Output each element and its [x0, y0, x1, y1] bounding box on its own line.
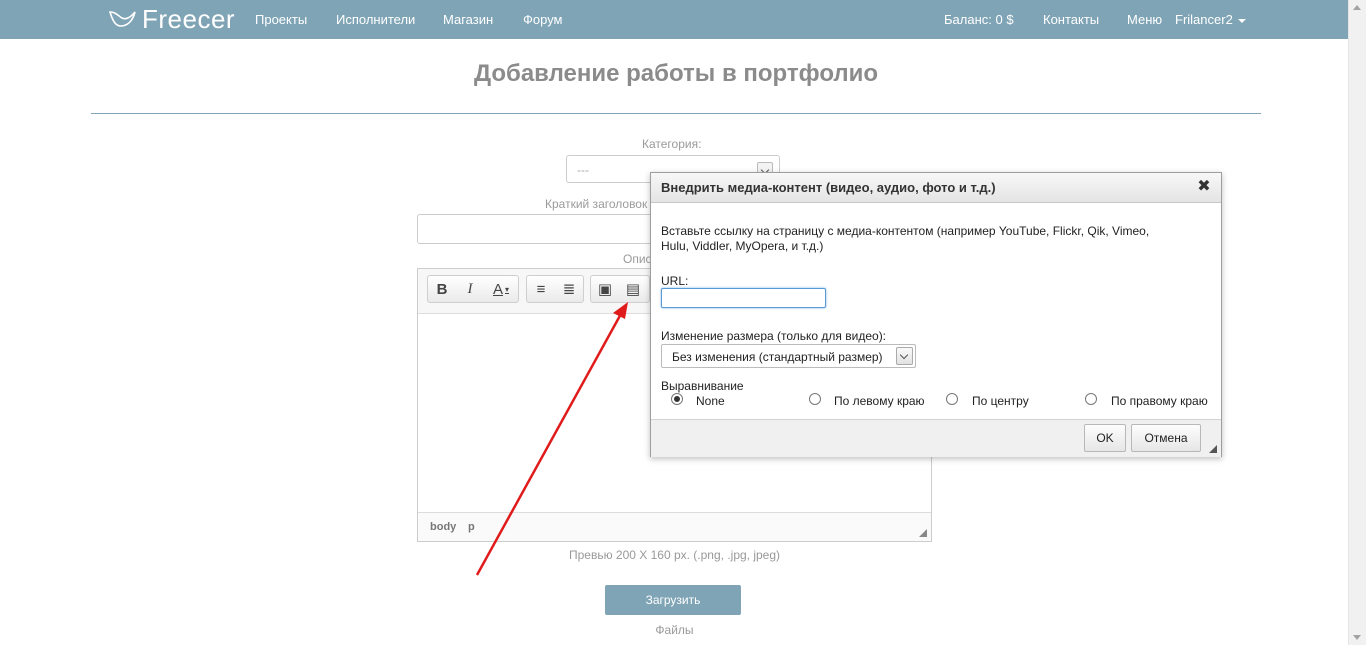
editor-statusbar: body p	[418, 512, 931, 541]
title-divider	[91, 113, 1261, 114]
page-title: Добавление работы в портфолио	[473, 60, 879, 87]
align-left-label: По левому краю	[834, 394, 925, 408]
media-icon[interactable]: ▤	[619, 276, 647, 302]
short-title-label: Краткий заголовок	[545, 197, 648, 211]
align-right-label: По правому краю	[1111, 394, 1208, 408]
user-name: Frilancer2	[1175, 12, 1233, 27]
top-nav-bar: Freecer Проекты Исполнители Магазин Фору…	[0, 0, 1349, 39]
resize-select[interactable]: Без изменения (стандартный размер)	[661, 344, 916, 368]
scroll-up-icon[interactable]	[1353, 5, 1361, 10]
align-label: Выравнивание	[661, 379, 744, 393]
italic-icon[interactable]: I	[456, 276, 484, 302]
logo[interactable]: Freecer	[108, 3, 236, 34]
category-label: Категория:	[642, 137, 702, 151]
dialog-resize-grip-icon[interactable]	[1209, 445, 1217, 453]
scroll-down-icon[interactable]	[1353, 635, 1361, 640]
nav-shop[interactable]: Магазин	[443, 12, 493, 27]
dialog-header: Внедрить медиа-контент (видео, аудио, фо…	[651, 173, 1221, 203]
category-value: ---	[577, 163, 589, 177]
url-input[interactable]	[661, 288, 826, 308]
vertical-scrollbar[interactable]	[1348, 0, 1366, 645]
ok-button[interactable]: OK	[1084, 424, 1126, 452]
preview-hint: Превью 200 X 160 px. (.png, .jpg, jpeg)	[568, 548, 781, 562]
align-none-radio[interactable]	[671, 393, 683, 405]
resize-label: Изменение размера (только для видео):	[661, 329, 887, 343]
align-none-label: None	[696, 394, 725, 408]
instruction-line-2: Hulu, Viddler, MyOpera, и т.д.)	[661, 239, 824, 253]
nav-projects[interactable]: Проекты	[255, 12, 307, 27]
media-group: ▣ ▤	[590, 275, 650, 303]
logo-text: Freecer	[142, 3, 236, 34]
align-center-label: По центру	[972, 394, 1029, 408]
text-color-icon[interactable]: A ▾	[484, 276, 518, 302]
files-label: Файлы	[655, 623, 694, 637]
resize-grip-icon[interactable]	[919, 529, 927, 537]
nav-freelancers[interactable]: Исполнители	[336, 12, 415, 27]
description-label: Опис	[623, 252, 652, 266]
nav-contacts[interactable]: Контакты	[1043, 12, 1099, 27]
chevron-down-icon	[1237, 18, 1246, 23]
list-group: ≡ ≣	[526, 275, 584, 303]
nav-forum[interactable]: Форум	[523, 12, 563, 27]
nav-menu[interactable]: Меню	[1127, 12, 1162, 27]
resize-value: Без изменения (стандартный размер)	[672, 350, 883, 364]
path-p[interactable]: p	[468, 521, 475, 533]
text-color-glyph: A	[492, 280, 503, 298]
bird-logo-icon	[108, 11, 136, 27]
upload-button[interactable]: Загрузить	[605, 585, 741, 615]
path-body[interactable]: body	[430, 521, 456, 533]
align-center-radio[interactable]	[946, 393, 958, 405]
dialog-title: Внедрить медиа-контент (видео, аудио, фо…	[661, 180, 996, 195]
instruction-line-1: Вставьте ссылку на страницу с медиа-конт…	[661, 224, 1150, 238]
ordered-list-icon[interactable]: ≡	[527, 276, 555, 302]
embed-media-dialog: Внедрить медиа-контент (видео, аудио, фо…	[650, 172, 1222, 457]
cancel-button[interactable]: Отмена	[1131, 424, 1201, 452]
format-group: B I A ▾	[427, 275, 519, 303]
close-icon[interactable]: ✖	[1195, 178, 1213, 196]
url-label: URL:	[661, 274, 689, 288]
image-icon[interactable]: ▣	[591, 276, 619, 302]
dialog-footer: OK Отмена	[651, 419, 1221, 457]
align-right-radio[interactable]	[1085, 393, 1097, 405]
unordered-list-icon[interactable]: ≣	[555, 276, 583, 302]
user-menu[interactable]: Frilancer2	[1175, 12, 1246, 27]
nav-balance[interactable]: Баланс: 0 $	[944, 12, 1014, 27]
align-left-radio[interactable]	[809, 393, 821, 405]
chevron-down-icon	[896, 347, 913, 365]
bold-icon[interactable]: B	[428, 276, 456, 302]
